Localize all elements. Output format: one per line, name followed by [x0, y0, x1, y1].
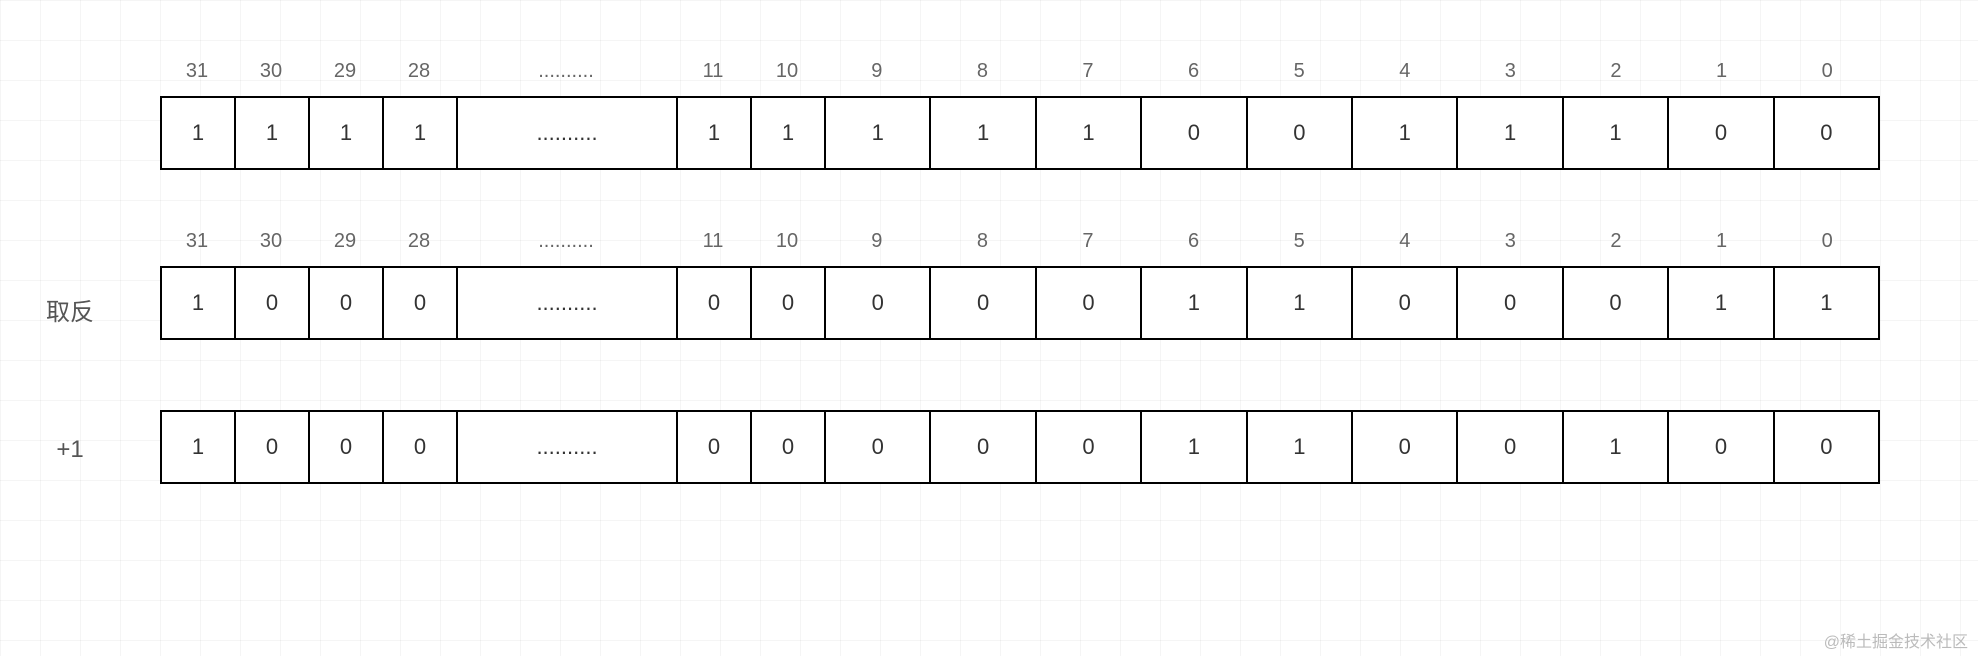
bit-index-c7: 7: [1035, 60, 1141, 88]
bit-row-block-invert: 31302928..........111098765432101000....…: [160, 230, 1880, 340]
bit-cell: 0: [1669, 98, 1774, 168]
bit-cell: ..........: [458, 98, 678, 168]
bit-index-c10: 10: [750, 60, 824, 88]
bit-cell: 1: [310, 98, 384, 168]
bit-cell: 0: [384, 268, 458, 338]
bit-cell: 0: [310, 412, 384, 482]
bit-cell: 1: [1775, 268, 1878, 338]
row-label-plus-one: +1: [0, 436, 140, 464]
bit-index-c31: 31: [160, 230, 234, 258]
bit-index-c1: 1: [1669, 230, 1775, 258]
bit-cell: 0: [1353, 412, 1458, 482]
bit-cell: 1: [1142, 412, 1247, 482]
bit-index-c4: 4: [1352, 60, 1458, 88]
bit-cell: 0: [1564, 268, 1669, 338]
bit-cell: 1: [1037, 98, 1142, 168]
bit-index-c0: 0: [1774, 230, 1880, 258]
bit-index-c8: 8: [930, 230, 1036, 258]
bit-cell: 0: [1353, 268, 1458, 338]
bit-cell: 1: [1564, 412, 1669, 482]
bit-cell: ..........: [458, 412, 678, 482]
bit-index-header: 31302928..........11109876543210: [160, 230, 1880, 258]
bit-index-c1: 1: [1669, 60, 1775, 88]
bit-cell: 0: [1458, 268, 1563, 338]
bit-index-c4: 4: [1352, 230, 1458, 258]
row-label-invert: 取反: [0, 292, 140, 327]
bit-cell: 0: [310, 268, 384, 338]
bit-cell: 1: [162, 98, 236, 168]
bit-index-c3: 3: [1458, 60, 1564, 88]
bit-cell: 1: [384, 98, 458, 168]
bit-cell: 0: [826, 268, 931, 338]
bit-cell: 1: [1353, 98, 1458, 168]
bit-index-c6: 6: [1141, 230, 1247, 258]
bit-cell: 1: [931, 98, 1036, 168]
bit-index-c2: 2: [1563, 60, 1669, 88]
bit-row-block-original: 31302928..........111098765432101111....…: [160, 60, 1880, 170]
bit-index-c3: 3: [1458, 230, 1564, 258]
bit-index-c28: 28: [382, 60, 456, 88]
bit-index-c6: 6: [1141, 60, 1247, 88]
bit-row-invert: 1000..........000001100011: [160, 266, 1880, 340]
bit-cell: 1: [1142, 268, 1247, 338]
bit-index-c29: 29: [308, 60, 382, 88]
bit-cell: 0: [826, 412, 931, 482]
bit-cell: 1: [752, 98, 826, 168]
bit-cell: ..........: [458, 268, 678, 338]
bit-index-c30: 30: [234, 60, 308, 88]
bit-row-plus-one: 1000..........000001100100: [160, 410, 1880, 484]
bit-index-c10: 10: [750, 230, 824, 258]
bit-index-c7: 7: [1035, 230, 1141, 258]
bit-index-c2: 2: [1563, 230, 1669, 258]
bit-cell: 0: [752, 268, 826, 338]
bit-row-block-plus-one: 1000..........000001100100: [160, 410, 1880, 484]
bit-index-ell: ..........: [456, 60, 676, 88]
bit-cell: 1: [1458, 98, 1563, 168]
bit-index-ell: ..........: [456, 230, 676, 258]
bit-index-c30: 30: [234, 230, 308, 258]
bit-cell: 1: [1564, 98, 1669, 168]
bit-cell: 1: [678, 98, 752, 168]
bit-cell: 1: [236, 98, 310, 168]
bit-cell: 0: [236, 268, 310, 338]
bit-cell: 1: [826, 98, 931, 168]
bit-row-original: 1111..........111110011100: [160, 96, 1880, 170]
watermark: @稀土掘金技术社区: [1824, 628, 1968, 652]
bit-index-c31: 31: [160, 60, 234, 88]
bit-cell: 0: [384, 412, 458, 482]
bit-index-c0: 0: [1774, 60, 1880, 88]
diagram-stage: @稀土掘金技术社区 31302928..........111098765432…: [0, 0, 1978, 656]
bit-cell: 1: [1248, 268, 1353, 338]
bit-cell: 0: [752, 412, 826, 482]
bit-cell: 1: [1248, 412, 1353, 482]
bit-cell: 1: [1669, 268, 1774, 338]
bit-cell: 0: [1775, 98, 1878, 168]
bit-index-c29: 29: [308, 230, 382, 258]
bit-cell: 0: [931, 268, 1036, 338]
bit-cell: 1: [162, 412, 236, 482]
bit-cell: 1: [162, 268, 236, 338]
bit-cell: 0: [1037, 268, 1142, 338]
bit-cell: 0: [236, 412, 310, 482]
bit-cell: 0: [1775, 412, 1878, 482]
bit-cell: 0: [931, 412, 1036, 482]
bit-index-c5: 5: [1246, 230, 1352, 258]
bit-index-c11: 11: [676, 60, 750, 88]
bit-index-c9: 9: [824, 230, 930, 258]
bit-index-c11: 11: [676, 230, 750, 258]
bit-index-c8: 8: [930, 60, 1036, 88]
bit-cell: 0: [1037, 412, 1142, 482]
bit-cell: 0: [1248, 98, 1353, 168]
bit-cell: 0: [1669, 412, 1774, 482]
bit-cell: 0: [1142, 98, 1247, 168]
bit-index-c9: 9: [824, 60, 930, 88]
bit-cell: 0: [678, 412, 752, 482]
bit-index-c28: 28: [382, 230, 456, 258]
bit-cell: 0: [678, 268, 752, 338]
bit-index-header: 31302928..........11109876543210: [160, 60, 1880, 88]
bit-index-c5: 5: [1246, 60, 1352, 88]
bit-cell: 0: [1458, 412, 1563, 482]
